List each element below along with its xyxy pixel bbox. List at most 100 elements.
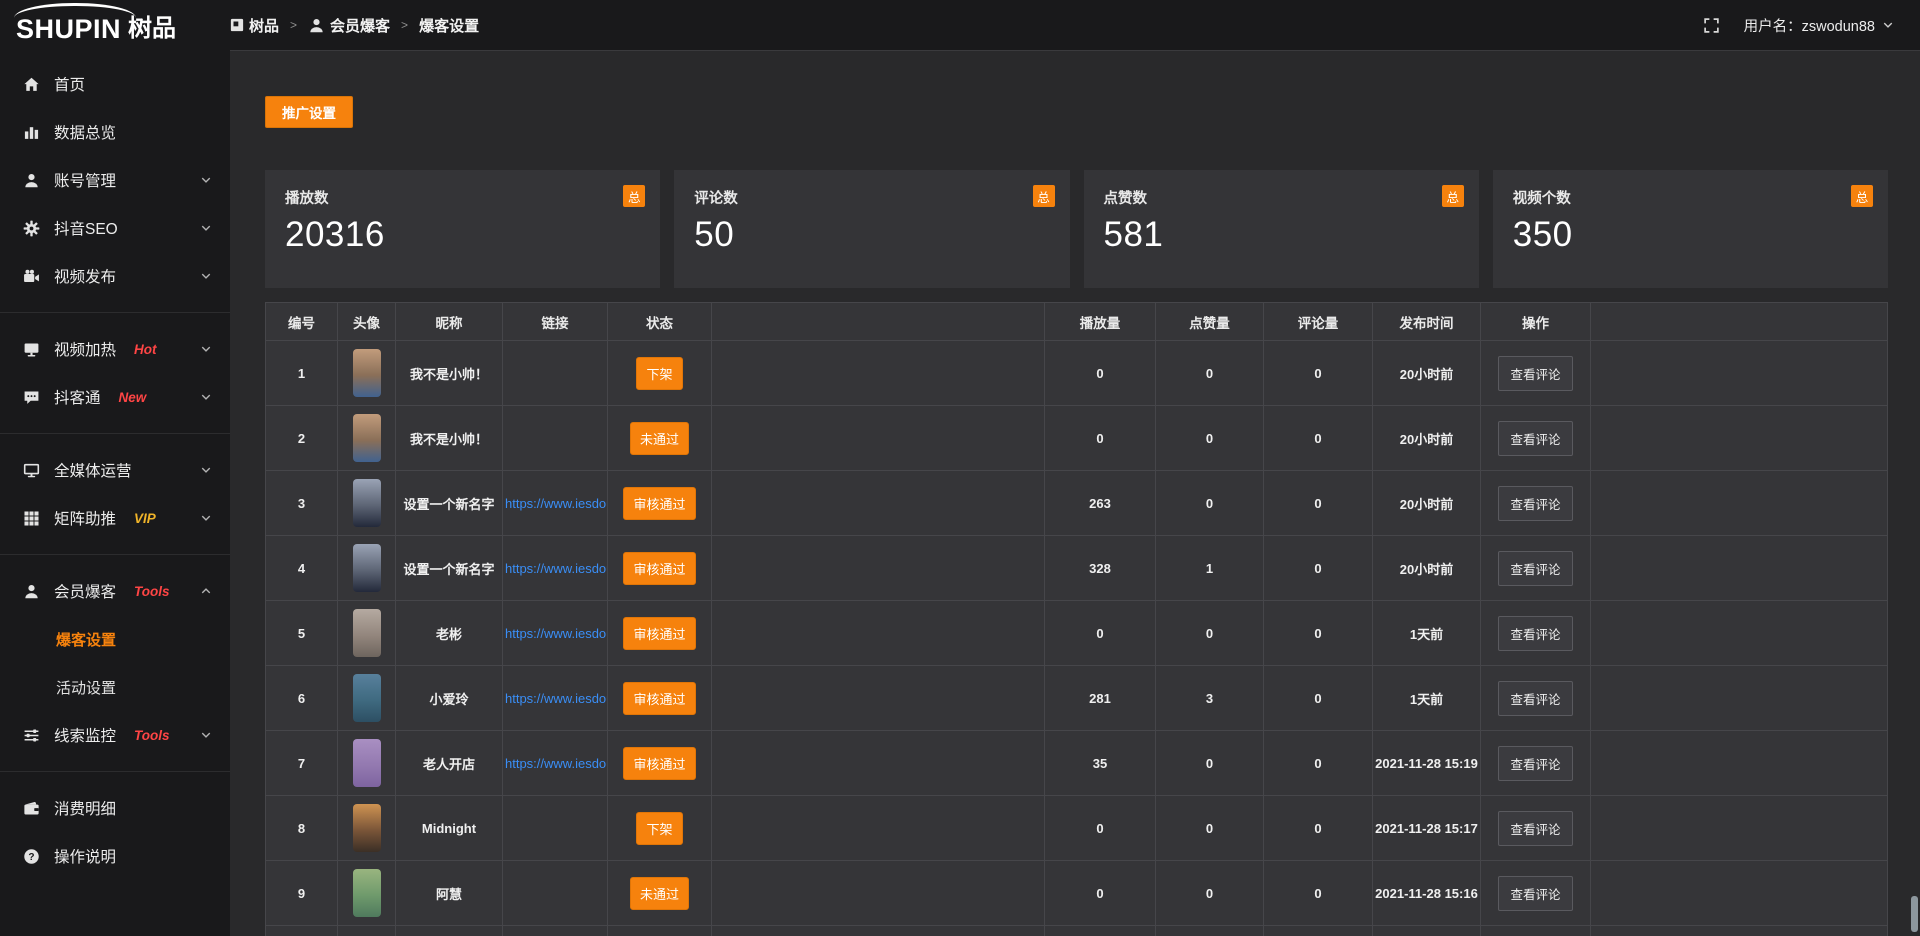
view-comments-button[interactable]: 查看评论 (1498, 616, 1572, 651)
cell-likes: 0 (1156, 406, 1264, 471)
stat-card-点赞数: 点赞数总581 (1084, 170, 1479, 288)
cell-empty (1591, 731, 1888, 796)
cell-plays: 0 (1045, 601, 1156, 666)
cell-plays: 0 (1045, 796, 1156, 861)
wallet-icon (22, 800, 40, 817)
chat-icon (22, 389, 40, 406)
cell-empty (1591, 341, 1888, 406)
video-link[interactable]: https://www.iesdouyin.c (505, 496, 608, 511)
status-badge-下架[interactable]: 下架 (636, 812, 682, 845)
stat-card-播放数: 播放数总20316 (265, 170, 660, 288)
cell-likes: 3 (1156, 666, 1264, 731)
cell-status: 审核通过 (608, 731, 712, 796)
status-badge-审核通过[interactable]: 审核通过 (623, 552, 695, 585)
column-header-empty (1591, 303, 1888, 341)
sidebar-subitem-爆客设置[interactable]: 爆客设置 (0, 615, 230, 663)
cell-number: 3 (266, 471, 338, 536)
fullscreen-icon[interactable] (1703, 17, 1720, 34)
cell-comments: 0 (1264, 536, 1373, 601)
cell-empty (712, 471, 1045, 536)
view-comments-button[interactable]: 查看评论 (1498, 421, 1572, 456)
breadcrumb-item-shupin[interactable]: 树品 (230, 15, 279, 36)
breadcrumb-item-current: 爆客设置 (419, 15, 479, 36)
sidebar-item-线索监控[interactable]: 线索监控Tools (0, 711, 230, 759)
cell-nickname: 老人开店 (396, 731, 503, 796)
video-link[interactable]: https://www.iesdouyin.c (505, 691, 608, 706)
cell-plays: 0 (1045, 861, 1156, 926)
chevron-down-icon (200, 174, 212, 186)
view-comments-button[interactable]: 查看评论 (1498, 551, 1572, 586)
view-comments-button[interactable]: 查看评论 (1498, 811, 1572, 846)
breadcrumb-item-member[interactable]: 会员爆客 (308, 15, 390, 36)
cell-number: 7 (266, 731, 338, 796)
cell-action: 查看评论 (1481, 601, 1591, 666)
cell-number: 5 (266, 601, 338, 666)
screen-icon (22, 462, 40, 479)
cell-link: https://www.iesdouyin.c (503, 601, 608, 666)
video-link[interactable]: https://www.iesdouyin.c (505, 626, 608, 641)
column-header-播放量: 播放量 (1045, 303, 1156, 341)
username-dropdown[interactable]: 用户名：zswodun88 (1744, 15, 1894, 36)
stat-card-评论数: 评论数总50 (674, 170, 1069, 288)
person-icon (308, 17, 325, 34)
cell-status (608, 926, 712, 936)
view-comments-button[interactable]: 查看评论 (1498, 486, 1572, 521)
sidebar-item-label: 操作说明 (54, 845, 116, 867)
sidebar-item-会员爆客[interactable]: 会员爆客Tools (0, 567, 230, 615)
sidebar-item-操作说明[interactable]: ?操作说明 (0, 832, 230, 880)
cell-publish-time (1373, 926, 1481, 936)
sidebar-item-label: 消费明细 (54, 797, 116, 819)
cell-plays (1045, 926, 1156, 936)
status-badge-审核通过[interactable]: 审核通过 (623, 617, 695, 650)
app-logo[interactable]: SHUPIN 树品 (0, 0, 230, 50)
status-badge-审核通过[interactable]: 审核通过 (623, 747, 695, 780)
view-comments-button[interactable]: 查看评论 (1498, 681, 1572, 716)
cell-nickname: 我不是小帅！ (396, 341, 503, 406)
sidebar-item-首页[interactable]: 首页 (0, 60, 230, 108)
cell-publish-time: 20小时前 (1373, 536, 1481, 601)
table-row: 8Midnight下架0002021-11-28 15:17查看评论 (266, 796, 1888, 861)
status-badge-审核通过[interactable]: 审核通过 (623, 682, 695, 715)
status-badge-下架[interactable]: 下架 (636, 357, 682, 390)
table-row: 2我不是小帅！未通过00020小时前查看评论 (266, 406, 1888, 471)
cell-likes: 1 (1156, 536, 1264, 601)
vertical-scrollbar[interactable] (1911, 896, 1918, 932)
sidebar-item-抖客通[interactable]: 抖客通New (0, 373, 230, 421)
cell-likes (1156, 926, 1264, 936)
status-badge-未通过[interactable]: 未通过 (630, 422, 689, 455)
video-link[interactable]: https://www.iesdouyin.c (505, 561, 608, 576)
video-link[interactable]: https://www.iesdouyin.c (505, 756, 608, 771)
breadcrumb-separator: > (401, 18, 408, 32)
cell-likes: 0 (1156, 601, 1264, 666)
status-badge-未通过[interactable]: 未通过 (630, 877, 689, 910)
sidebar-item-视频加热[interactable]: 视频加热Hot (0, 325, 230, 373)
sidebar-item-抖音SEO[interactable]: 抖音SEO (0, 204, 230, 252)
cell-action: 查看评论 (1481, 341, 1591, 406)
cell-empty (712, 731, 1045, 796)
status-badge-审核通过[interactable]: 审核通过 (623, 487, 695, 520)
cell-empty (1591, 796, 1888, 861)
stat-card-value: 581 (1104, 215, 1459, 255)
view-comments-button[interactable]: 查看评论 (1498, 876, 1572, 911)
avatar (353, 609, 381, 657)
sidebar-item-数据总览[interactable]: 数据总览 (0, 108, 230, 156)
cell-comments (1264, 926, 1373, 936)
sidebar-divider (0, 554, 230, 555)
promo-settings-button[interactable]: 推广设置 (265, 96, 353, 128)
sidebar-item-视频发布[interactable]: 视频发布 (0, 252, 230, 300)
sidebar-item-消费明细[interactable]: 消费明细 (0, 784, 230, 832)
cell-publish-time: 2021-11-28 15:17 (1373, 796, 1481, 861)
home-icon (22, 76, 40, 93)
breadcrumb-label: 树品 (249, 15, 279, 36)
view-comments-button[interactable]: 查看评论 (1498, 746, 1572, 781)
person-icon (22, 583, 40, 600)
view-comments-button[interactable]: 查看评论 (1498, 356, 1572, 391)
sidebar-item-账号管理[interactable]: 账号管理 (0, 156, 230, 204)
chevron-down-icon (200, 343, 212, 355)
sidebar-item-矩阵助推[interactable]: 矩阵助推VIP (0, 494, 230, 542)
cell-comments: 0 (1264, 731, 1373, 796)
sidebar-subitem-活动设置[interactable]: 活动设置 (0, 663, 230, 711)
cell-avatar (338, 471, 396, 536)
page-layout: 首页数据总览账号管理抖音SEO视频发布视频加热Hot抖客通New 全媒体运营矩阵助… (0, 50, 1920, 936)
sidebar-item-全媒体运营[interactable]: 全媒体运营 (0, 446, 230, 494)
